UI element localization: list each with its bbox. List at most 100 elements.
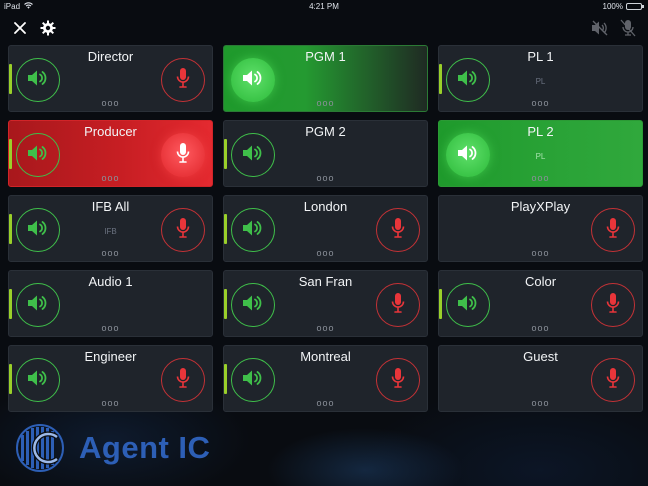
microphone-icon <box>606 367 620 394</box>
microphone-icon <box>176 367 190 394</box>
channel-tile-london: London ooo <box>223 195 428 262</box>
channel-tile-ifb-all: IFB All IFB ooo <box>8 195 213 262</box>
more-options[interactable]: ooo <box>224 173 427 183</box>
talk-button[interactable] <box>161 358 205 402</box>
close-button[interactable] <box>10 18 30 38</box>
more-options[interactable]: ooo <box>9 98 212 108</box>
level-indicator <box>439 289 442 319</box>
speaker-icon <box>27 293 49 318</box>
listen-button[interactable] <box>16 358 60 402</box>
more-options[interactable]: ooo <box>439 98 642 108</box>
agent-ic-logo-icon <box>16 424 64 472</box>
level-indicator <box>224 214 227 244</box>
microphone-icon <box>391 292 405 319</box>
talk-button[interactable] <box>376 358 420 402</box>
listen-button[interactable] <box>16 58 60 102</box>
microphone-icon <box>606 292 620 319</box>
channel-tile-pgm-2: PGM 2 ooo <box>223 120 428 187</box>
speaker-icon <box>27 143 49 168</box>
talk-button[interactable] <box>376 283 420 327</box>
more-options[interactable]: ooo <box>9 323 212 333</box>
channel-tile-san-fran: San Fran ooo <box>223 270 428 337</box>
channel-tile-director: Director ooo <box>8 45 213 112</box>
more-options[interactable]: ooo <box>439 323 642 333</box>
listen-button[interactable] <box>231 208 275 252</box>
listen-button[interactable] <box>446 133 490 177</box>
gear-icon <box>40 20 56 36</box>
more-options[interactable]: ooo <box>9 248 212 258</box>
channel-tile-playxplay: PlayXPlay ooo <box>438 195 643 262</box>
speaker-icon <box>27 218 49 243</box>
level-indicator <box>224 139 227 169</box>
more-options[interactable]: ooo <box>9 398 212 408</box>
microphone-icon <box>176 67 190 94</box>
mute-all-mics-button[interactable] <box>618 18 638 38</box>
level-indicator <box>224 289 227 319</box>
channel-grid: Director ooo PGM 1 ooo PL 1 PL ooo Produ… <box>8 45 643 412</box>
level-indicator <box>9 139 12 169</box>
channel-tile-audio-1: Audio 1 ooo <box>8 270 213 337</box>
listen-button[interactable] <box>446 58 490 102</box>
listen-button[interactable] <box>231 283 275 327</box>
listen-button[interactable] <box>231 58 275 102</box>
talk-button[interactable] <box>591 358 635 402</box>
channel-tile-pgm-1: PGM 1 ooo <box>223 45 428 112</box>
talk-button[interactable] <box>591 283 635 327</box>
talk-button[interactable] <box>376 208 420 252</box>
level-indicator <box>9 364 12 394</box>
talk-button[interactable] <box>591 208 635 252</box>
channel-tile-color: Color ooo <box>438 270 643 337</box>
speaker-icon <box>242 368 264 393</box>
level-indicator <box>9 64 12 94</box>
channel-tile-producer: Producer ooo <box>8 120 213 187</box>
listen-button[interactable] <box>16 208 60 252</box>
speaker-icon <box>457 293 479 318</box>
more-options[interactable]: ooo <box>224 248 427 258</box>
battery-icon <box>626 3 644 10</box>
listen-button[interactable] <box>231 358 275 402</box>
speaker-icon <box>242 293 264 318</box>
channel-tile-montreal: Montreal ooo <box>223 345 428 412</box>
brand: Agent IC <box>11 423 210 473</box>
channel-tile-engineer: Engineer ooo <box>8 345 213 412</box>
level-indicator <box>224 364 227 394</box>
listen-button[interactable] <box>16 133 60 177</box>
brand-name: Agent IC <box>79 430 211 465</box>
battery-percent: 100% <box>602 2 623 11</box>
speaker-icon <box>27 368 49 393</box>
talk-button[interactable] <box>161 58 205 102</box>
speaker-muted-icon <box>592 20 608 36</box>
speaker-icon <box>242 143 264 168</box>
level-indicator <box>9 289 12 319</box>
clock: 4:21 PM <box>309 2 339 11</box>
more-options[interactable]: ooo <box>224 398 427 408</box>
channel-tile-pl-1: PL 1 PL ooo <box>438 45 643 112</box>
speaker-icon <box>242 218 264 243</box>
listen-button[interactable] <box>446 283 490 327</box>
toolbar <box>0 14 648 42</box>
microphone-icon <box>176 142 190 169</box>
speaker-icon <box>27 68 49 93</box>
more-options[interactable]: ooo <box>439 173 642 183</box>
microphone-icon <box>391 367 405 394</box>
speaker-icon <box>242 68 264 93</box>
talk-button[interactable] <box>161 133 205 177</box>
settings-button[interactable] <box>38 18 58 38</box>
more-options[interactable]: ooo <box>224 98 427 108</box>
microphone-icon <box>391 217 405 244</box>
status-bar: iPad 4:21 PM 100% <box>0 0 648 14</box>
channel-tile-guest: Guest ooo <box>438 345 643 412</box>
listen-button[interactable] <box>231 133 275 177</box>
close-icon <box>14 22 26 34</box>
speaker-icon <box>457 143 479 168</box>
more-options[interactable]: ooo <box>9 173 212 183</box>
more-options[interactable]: ooo <box>439 248 642 258</box>
speaker-icon <box>457 68 479 93</box>
more-options[interactable]: ooo <box>224 323 427 333</box>
listen-button[interactable] <box>16 283 60 327</box>
more-options[interactable]: ooo <box>439 398 642 408</box>
microphone-icon <box>176 217 190 244</box>
mute-all-speakers-button[interactable] <box>590 18 610 38</box>
talk-button[interactable] <box>161 208 205 252</box>
microphone-icon <box>606 217 620 244</box>
